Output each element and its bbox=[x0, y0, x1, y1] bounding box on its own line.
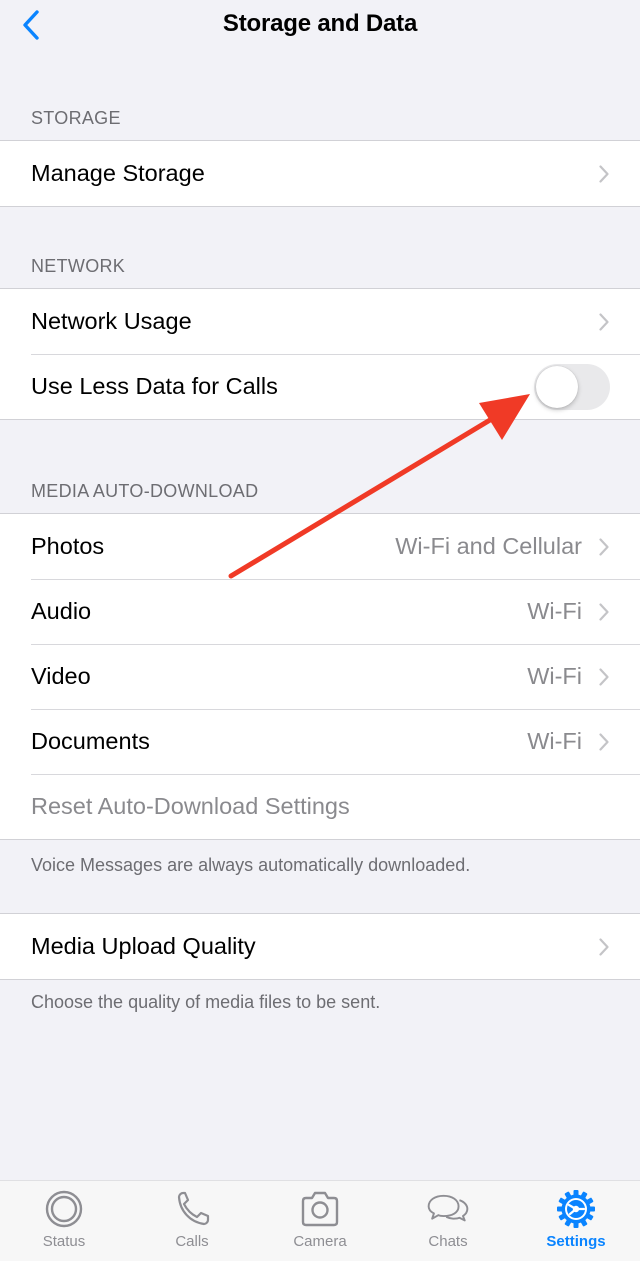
voice-messages-note: Voice Messages are always automatically … bbox=[31, 855, 471, 875]
reset-auto-download-row[interactable]: Reset Auto-Download Settings bbox=[0, 774, 640, 839]
chevron-right-icon bbox=[599, 667, 609, 686]
chevron-right-icon bbox=[599, 937, 609, 956]
tab-calls-label: Calls bbox=[175, 1233, 209, 1250]
audio-label: Audio bbox=[31, 598, 92, 624]
upload-quality-note: Choose the quality of media files to be … bbox=[31, 992, 381, 1012]
use-less-data-row: Use Less Data for Calls bbox=[0, 354, 640, 419]
audio-row[interactable]: Audio Wi-Fi bbox=[0, 579, 640, 644]
storage-section-header: STORAGE bbox=[31, 108, 121, 128]
network-usage-label: Network Usage bbox=[31, 308, 192, 334]
status-icon bbox=[45, 1190, 83, 1228]
media-upload-quality-label: Media Upload Quality bbox=[31, 933, 256, 959]
photos-label: Photos bbox=[31, 533, 105, 559]
camera-icon bbox=[301, 1191, 339, 1227]
network-group: Network Usage Use Less Data for Calls bbox=[0, 288, 640, 420]
documents-label: Documents bbox=[31, 728, 150, 754]
tab-status-label: Status bbox=[42, 1233, 86, 1250]
tab-settings[interactable]: Settings bbox=[512, 1189, 640, 1259]
navigation-bar: Storage and Data bbox=[0, 0, 640, 50]
chevron-right-icon bbox=[599, 732, 609, 751]
photos-row[interactable]: Photos Wi-Fi and Cellular bbox=[0, 514, 640, 579]
video-label: Video bbox=[31, 663, 91, 689]
chevron-right-icon bbox=[599, 602, 609, 621]
network-usage-row[interactable]: Network Usage bbox=[0, 289, 640, 354]
reset-auto-download-label: Reset Auto-Download Settings bbox=[31, 793, 350, 819]
documents-row[interactable]: Documents Wi-Fi bbox=[0, 709, 640, 774]
media-section-header: MEDIA AUTO-DOWNLOAD bbox=[31, 481, 259, 501]
tab-status[interactable]: Status bbox=[0, 1189, 128, 1259]
tab-camera[interactable]: Camera bbox=[256, 1189, 384, 1259]
media-group: Photos Wi-Fi and Cellular Audio Wi-Fi Vi… bbox=[0, 513, 640, 840]
chevron-right-icon bbox=[599, 164, 609, 183]
tab-settings-label: Settings bbox=[546, 1233, 606, 1250]
manage-storage-row[interactable]: Manage Storage bbox=[0, 141, 640, 206]
manage-storage-label: Manage Storage bbox=[31, 160, 205, 186]
audio-value: Wi-Fi bbox=[527, 598, 582, 624]
use-less-data-label: Use Less Data for Calls bbox=[31, 373, 278, 399]
tab-chats-label: Chats bbox=[428, 1233, 468, 1250]
chevron-right-icon bbox=[599, 312, 609, 331]
gear-icon bbox=[557, 1190, 595, 1228]
network-section-header: NETWORK bbox=[31, 256, 126, 276]
phone-icon bbox=[177, 1191, 210, 1226]
photos-value: Wi-Fi and Cellular bbox=[395, 533, 582, 559]
tab-bar: Status Calls Camera Chats Settings bbox=[0, 1180, 640, 1261]
tab-chats[interactable]: Chats bbox=[384, 1189, 512, 1259]
storage-group: Manage Storage bbox=[0, 140, 640, 207]
chat-bubbles-icon bbox=[427, 1194, 469, 1222]
toggle-knob bbox=[536, 365, 578, 408]
video-row[interactable]: Video Wi-Fi bbox=[0, 644, 640, 709]
media-upload-quality-row[interactable]: Media Upload Quality bbox=[0, 914, 640, 979]
page-title: Storage and Data bbox=[222, 10, 418, 37]
tab-camera-label: Camera bbox=[293, 1233, 347, 1250]
upload-group: Media Upload Quality bbox=[0, 913, 640, 980]
use-less-data-toggle[interactable] bbox=[534, 363, 610, 410]
tab-calls[interactable]: Calls bbox=[128, 1189, 256, 1259]
documents-value: Wi-Fi bbox=[527, 728, 582, 754]
chevron-right-icon bbox=[599, 537, 609, 556]
video-value: Wi-Fi bbox=[527, 663, 582, 689]
